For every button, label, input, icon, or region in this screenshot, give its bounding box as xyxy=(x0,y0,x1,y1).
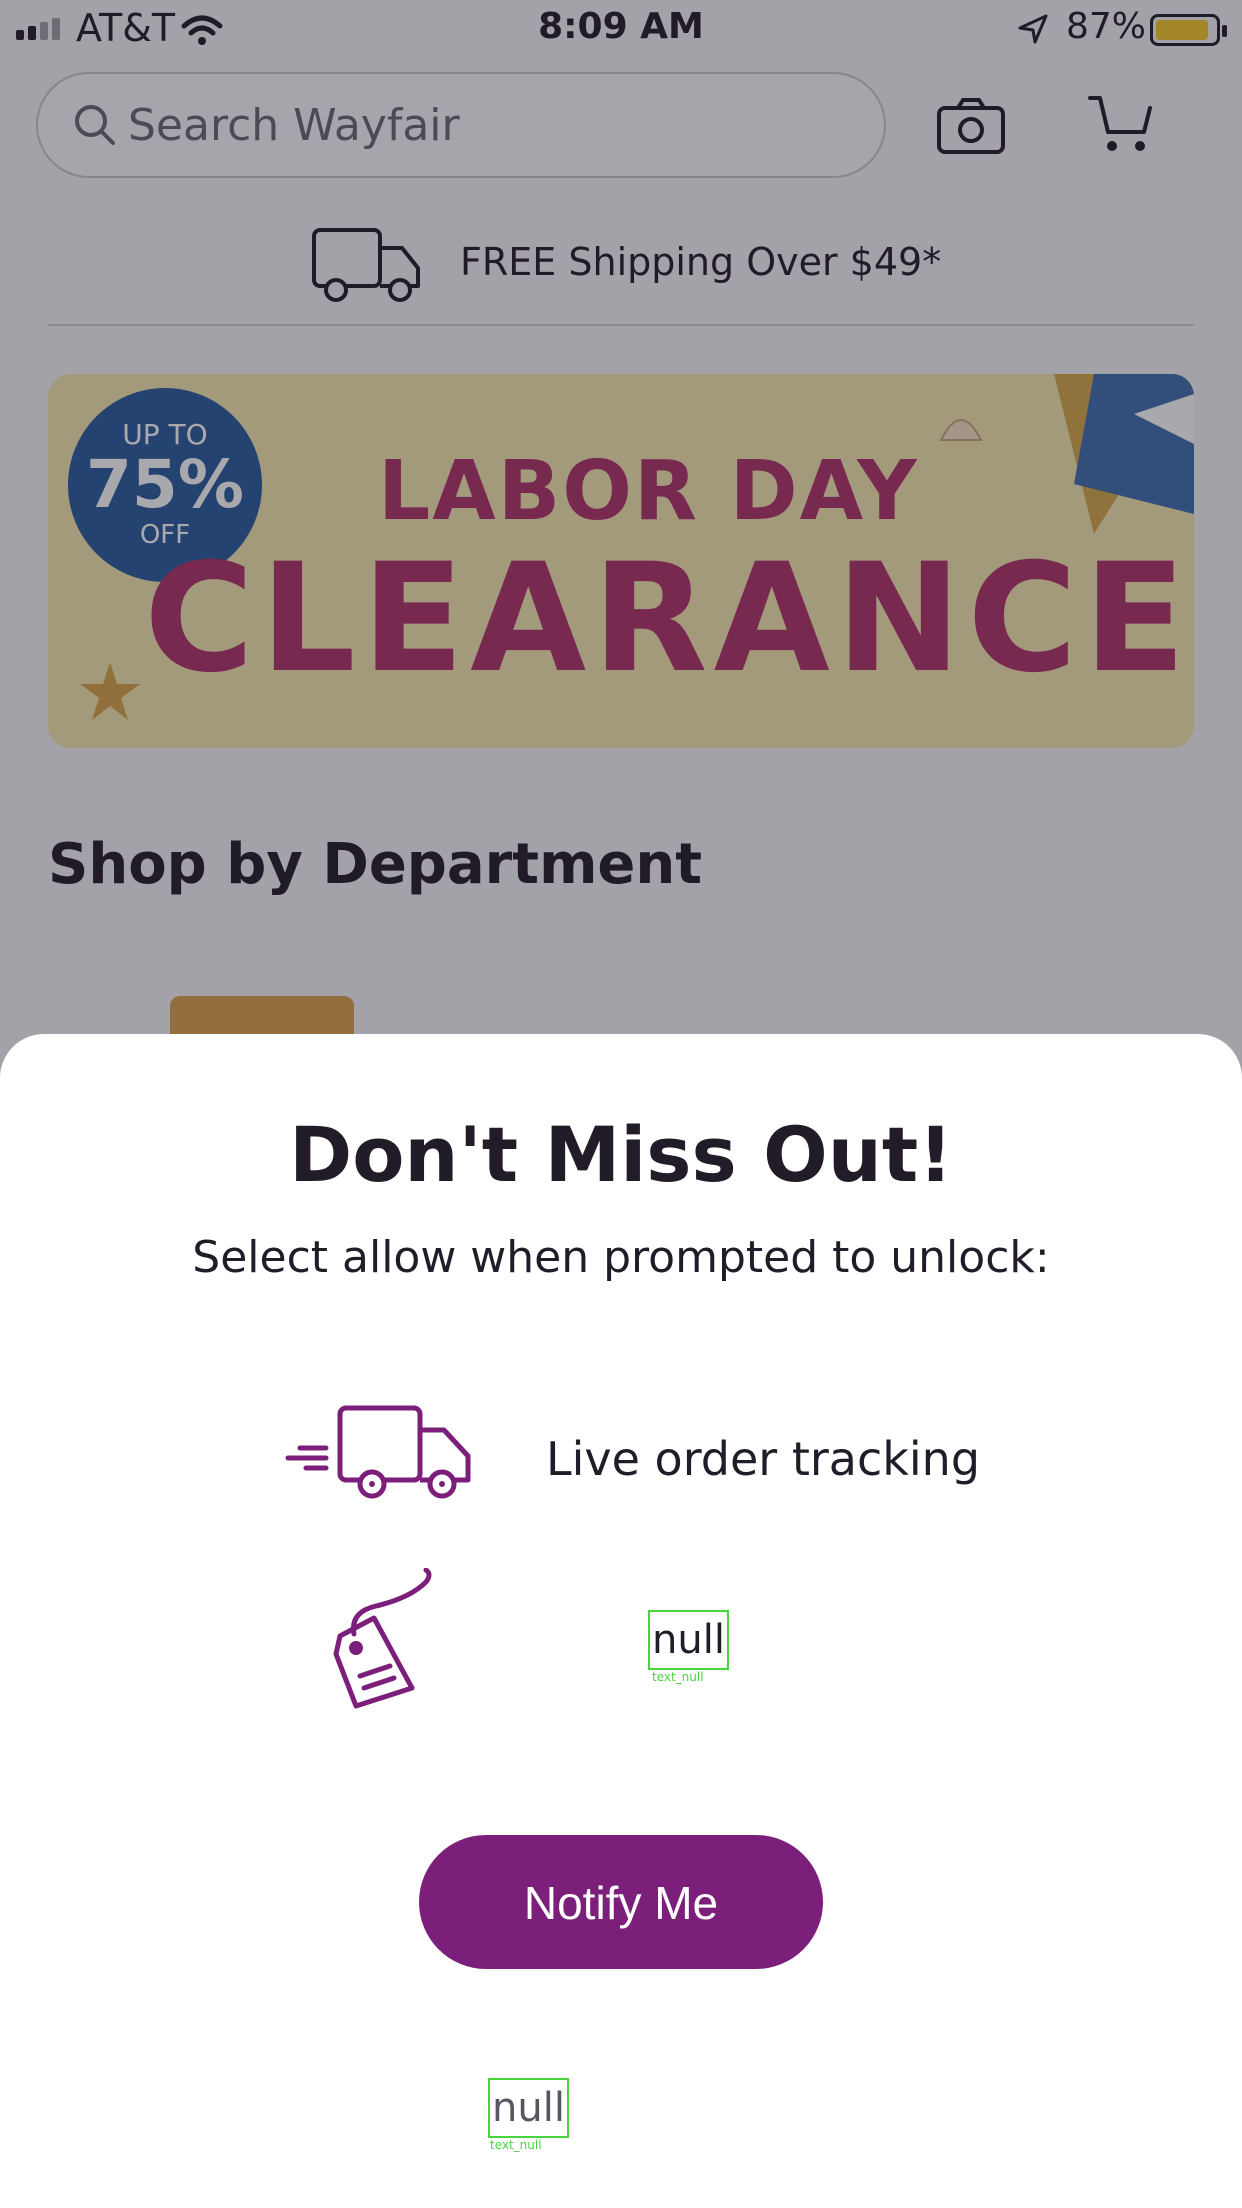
delivery-truck-icon xyxy=(285,1405,471,1499)
modal-title: Don't Miss Out! xyxy=(289,1110,953,1199)
feature-caption: text_null xyxy=(652,1670,704,1684)
footer-caption: text_null xyxy=(490,2138,542,2152)
price-tag-icon xyxy=(333,1568,432,1709)
feature-label-order-tracking: Live order tracking xyxy=(546,1432,981,1486)
notification-prompt-sheet: Don't Miss Out! Select allow when prompt… xyxy=(0,1034,1242,2208)
footer-link[interactable]: null xyxy=(488,2078,569,2138)
modal-subtitle: Select allow when prompted to unlock: xyxy=(192,1232,1050,1283)
feature-label-deals: null xyxy=(648,1610,729,1670)
notify-me-button[interactable]: Notify Me xyxy=(419,1835,823,1969)
